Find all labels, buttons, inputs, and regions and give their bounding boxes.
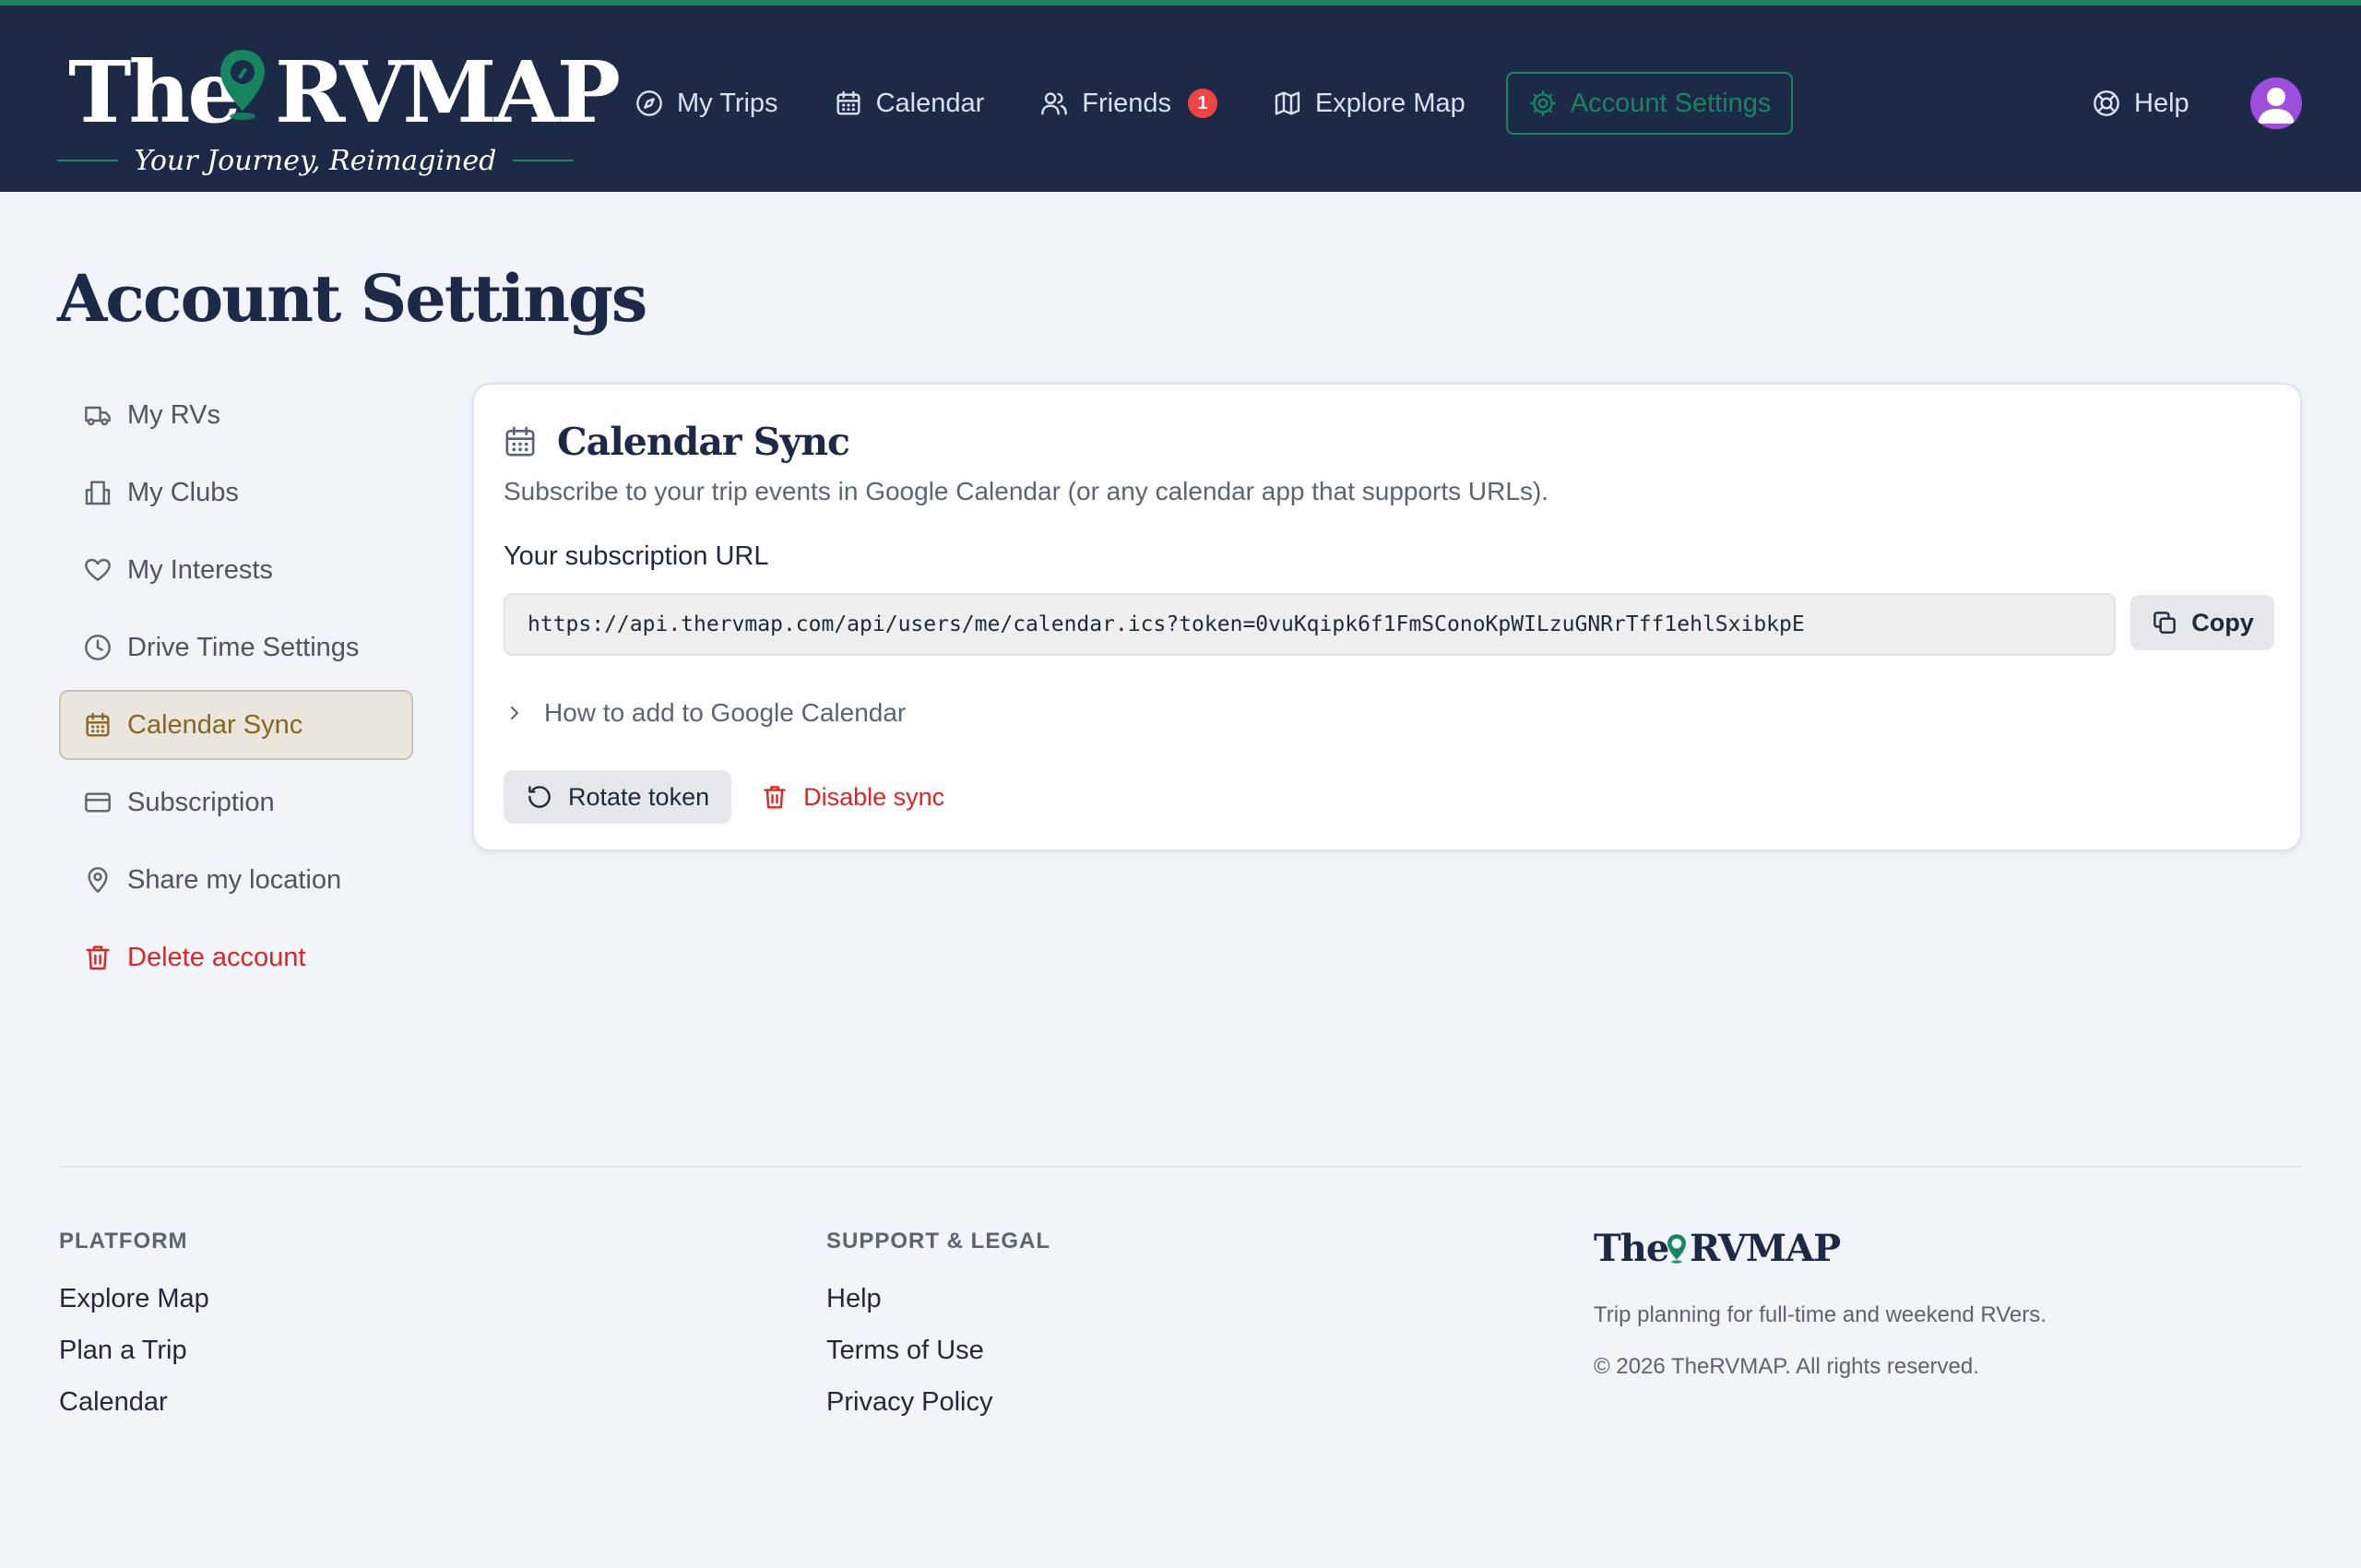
nav-explore-map-label: Explore Map bbox=[1314, 88, 1465, 118]
logo-tagline: Your Journey, Reimagined bbox=[134, 144, 497, 177]
sidebar-item-label: Delete account bbox=[127, 942, 306, 972]
logo-word-rvmap: RVMAP bbox=[275, 42, 621, 142]
nav-account-settings-label: Account Settings bbox=[1570, 88, 1772, 118]
calendar-icon bbox=[505, 426, 535, 457]
logo-word-the: The bbox=[68, 42, 242, 142]
disable-sync-button[interactable]: Disable sync bbox=[750, 770, 955, 824]
sidebar-item-label: Drive Time Settings bbox=[127, 632, 360, 662]
user-silhouette-icon bbox=[2258, 88, 2295, 124]
howto-google-calendar-toggle[interactable]: How to add to Google Calendar bbox=[504, 693, 906, 733]
tagline-rule-left bbox=[57, 160, 118, 161]
building-icon bbox=[85, 481, 111, 505]
sidebar-item-delete-account[interactable]: Delete account bbox=[59, 922, 413, 992]
sidebar-item-calendar-sync[interactable]: Calendar Sync bbox=[59, 690, 413, 760]
copy-url-button[interactable]: Copy bbox=[2130, 595, 2274, 650]
subscription-url-label: Your subscription URL bbox=[504, 541, 769, 571]
footer-support-column: SUPPORT & LEGAL Help Terms of Use Privac… bbox=[826, 1229, 1050, 1437]
trash-icon bbox=[86, 945, 110, 970]
howto-label: How to add to Google Calendar bbox=[544, 698, 907, 727]
sidebar-item-my-clubs[interactable]: My Clubs bbox=[59, 457, 413, 528]
sidebar-item-label: Share my location bbox=[127, 864, 342, 895]
footer-link-plan-a-trip[interactable]: Plan a Trip bbox=[59, 1334, 209, 1385]
help-link[interactable]: Help bbox=[2092, 72, 2189, 135]
sidebar-item-label: Subscription bbox=[127, 787, 275, 817]
rotate-token-label: Rotate token bbox=[568, 782, 710, 811]
sidebar-item-label: My Clubs bbox=[127, 477, 239, 507]
map-icon bbox=[1275, 91, 1300, 115]
footer-link-terms-of-use[interactable]: Terms of Use bbox=[826, 1334, 1050, 1385]
chevron-right-icon bbox=[511, 707, 518, 719]
footer-platform-column: PLATFORM Explore Map Plan a Trip Calenda… bbox=[59, 1229, 209, 1437]
lifebuoy-icon bbox=[2094, 90, 2119, 116]
friends-notification-badge: 1 bbox=[1187, 89, 1217, 118]
rotate-icon bbox=[528, 786, 551, 808]
trash-icon bbox=[764, 786, 786, 809]
sidebar-item-label: Calendar Sync bbox=[127, 709, 303, 740]
sidebar-item-my-interests[interactable]: My Interests bbox=[59, 535, 413, 605]
nav-my-trips-label: My Trips bbox=[677, 88, 778, 118]
footer-support-heading: SUPPORT & LEGAL bbox=[826, 1229, 1051, 1253]
nav-friends[interactable]: Friends 1 bbox=[1017, 72, 1240, 135]
map-pin-icon bbox=[88, 867, 108, 893]
footer-link-privacy-policy[interactable]: Privacy Policy bbox=[826, 1385, 1050, 1437]
sidebar-item-share-my-location[interactable]: Share my location bbox=[59, 845, 413, 915]
calendar-sync-card: Calendar Sync Subscribe to your trip eve… bbox=[472, 383, 2302, 851]
footer-divider bbox=[59, 1166, 2302, 1168]
sidebar-item-label: My Interests bbox=[127, 554, 273, 585]
rotate-token-button[interactable]: Rotate token bbox=[504, 770, 732, 824]
subscription-url-field[interactable]: https://api.thervmap.com/api/users/me/ca… bbox=[504, 593, 2116, 656]
footer-tagline: Trip planning for full-time and weekend … bbox=[1594, 1302, 2047, 1327]
footer-brand-column: The RVMAP Trip planning for full-time an… bbox=[1594, 1227, 2184, 1404]
copy-icon bbox=[2153, 612, 2177, 634]
sidebar-item-subscription[interactable]: Subscription bbox=[59, 767, 413, 837]
map-pin-logo-icon bbox=[220, 50, 265, 120]
sidebar-item-drive-time-settings[interactable]: Drive Time Settings bbox=[59, 612, 413, 683]
disable-sync-label: Disable sync bbox=[803, 782, 945, 811]
footer-link-explore-map[interactable]: Explore Map bbox=[59, 1282, 209, 1334]
footer-brand-logo: The RVMAP bbox=[1594, 1227, 2184, 1278]
nav-explore-map[interactable]: Explore Map bbox=[1251, 72, 1488, 135]
sync-actions: Rotate token Disable sync bbox=[504, 770, 955, 824]
map-pin-logo-icon bbox=[1667, 1234, 1686, 1264]
footer-logo-word-the: The bbox=[1594, 1227, 1669, 1270]
card-description: Subscribe to your trip events in Google … bbox=[504, 477, 1549, 505]
settings-sidebar: My RVs My Clubs My Interests Drive Time … bbox=[59, 380, 413, 1000]
copy-label: Copy bbox=[2191, 608, 2254, 636]
heart-icon bbox=[85, 558, 111, 581]
truck-icon bbox=[85, 406, 111, 426]
calendar-icon bbox=[86, 712, 110, 737]
footer-link-help[interactable]: Help bbox=[826, 1282, 1050, 1334]
footer-logo-word-rvmap: RVMAP bbox=[1690, 1227, 1841, 1270]
brand-logo[interactable]: The RVMAP Your Journey, Reimagined bbox=[57, 42, 621, 179]
footer-link-calendar[interactable]: Calendar bbox=[59, 1385, 209, 1437]
nav-calendar[interactable]: Calendar bbox=[812, 72, 1007, 135]
compass-icon bbox=[636, 90, 662, 116]
tagline-rule-right bbox=[513, 160, 575, 161]
top-navigation-bar: The RVMAP Your Journey, Reimagined My Tr… bbox=[0, 0, 2361, 192]
logo-tagline-row: Your Journey, Reimagined bbox=[57, 142, 575, 179]
calendar-icon bbox=[836, 90, 860, 115]
help-label: Help bbox=[2134, 88, 2189, 118]
nav-my-trips[interactable]: My Trips bbox=[612, 72, 801, 135]
users-icon bbox=[1041, 92, 1068, 115]
footer-platform-heading: PLATFORM bbox=[59, 1229, 188, 1253]
credit-card-icon bbox=[85, 792, 111, 813]
nav-account-settings[interactable]: Account Settings bbox=[1505, 72, 1794, 135]
clock-icon bbox=[85, 635, 111, 660]
page-title: Account Settings bbox=[57, 260, 647, 337]
user-avatar[interactable] bbox=[2250, 77, 2302, 129]
footer-copyright: © 2026 TheRVMAP. All rights reserved. bbox=[1594, 1354, 1979, 1379]
card-header: Calendar Sync bbox=[502, 420, 850, 464]
gear-icon bbox=[1529, 90, 1556, 116]
sidebar-item-label: My RVs bbox=[127, 399, 220, 430]
nav-calendar-label: Calendar bbox=[875, 88, 985, 118]
card-title: Calendar Sync bbox=[557, 420, 850, 464]
sidebar-item-my-rvs[interactable]: My RVs bbox=[59, 380, 413, 450]
nav-friends-label: Friends bbox=[1082, 88, 1171, 118]
main-nav: My Trips Calendar Friends 1 Explore Map … bbox=[612, 72, 1804, 135]
